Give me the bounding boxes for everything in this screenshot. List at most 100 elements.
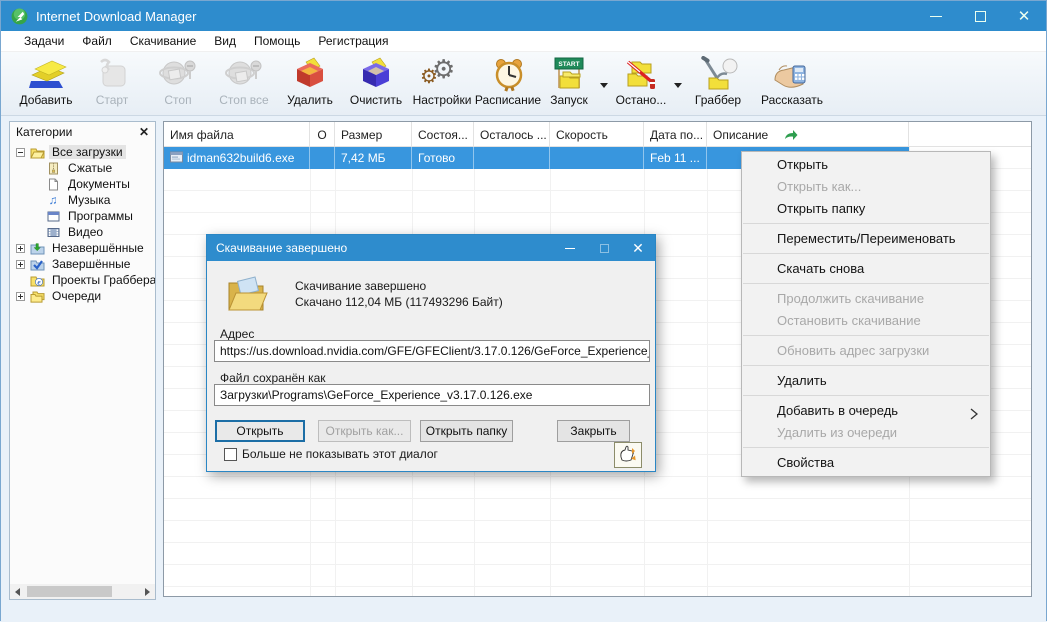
toolbar-stop-all-button[interactable]: Стоп все xyxy=(211,56,277,114)
ctx-remove-from-queue[interactable]: Удалить из очереди xyxy=(742,422,990,444)
scroll-left-icon[interactable] xyxy=(10,584,25,599)
scroll-right-icon[interactable] xyxy=(140,584,155,599)
menu-separator xyxy=(743,253,989,254)
add-url-icon xyxy=(25,56,67,92)
column-filename[interactable]: Имя файла xyxy=(164,122,310,147)
folder-download-icon xyxy=(29,242,45,255)
checkbox-label: Больше не показывать этот диалог xyxy=(242,447,438,461)
start-queue-dropdown-arrow[interactable] xyxy=(597,56,611,114)
toolbar-stop-queue-button[interactable]: Остано... xyxy=(611,56,671,114)
categories-tree: Все загрузки Сжатые Документы ♫ Музыка xyxy=(10,144,155,583)
column-status[interactable]: Состоя... xyxy=(412,122,474,147)
delete-icon xyxy=(289,56,331,92)
expand-icon[interactable] xyxy=(16,292,25,301)
dialog-titlebar[interactable]: Скачивание завершено ✕ xyxy=(207,235,655,261)
toolbar: Добавить Старт Стоп xyxy=(1,52,1046,116)
expand-icon[interactable] xyxy=(16,244,25,253)
tree-item-programs[interactable]: Программы xyxy=(10,208,155,224)
ctx-add-to-queue[interactable]: Добавить в очередь xyxy=(742,400,990,422)
toolbar-stop-button[interactable]: Стоп xyxy=(145,56,211,114)
close-button[interactable]: ✕ xyxy=(1002,1,1046,31)
tree-item-all-downloads[interactable]: Все загрузки xyxy=(10,144,155,160)
dialog-close-button[interactable]: ✕ xyxy=(621,235,655,261)
toolbar-add-button[interactable]: Добавить xyxy=(13,56,79,114)
tell-friend-icon xyxy=(771,56,813,92)
minimize-button[interactable] xyxy=(914,1,958,31)
dialog-maximize-button[interactable] xyxy=(587,235,621,261)
column-timeleft[interactable]: Осталось ... xyxy=(474,122,550,147)
categories-panel: Категории ✕ Все загрузки Сжатые Документ… xyxy=(9,121,156,600)
clear-icon xyxy=(355,56,397,92)
menu-tasks[interactable]: Задачи xyxy=(15,31,73,52)
tree-item-finished[interactable]: Завершённые xyxy=(10,256,155,272)
expand-icon[interactable] xyxy=(16,260,25,269)
ctx-refresh-address[interactable]: Обновить адрес загрузки xyxy=(742,340,990,362)
menu-file[interactable]: Файл xyxy=(73,31,121,52)
ctx-open-folder[interactable]: Открыть папку xyxy=(742,198,990,220)
ctx-move-rename[interactable]: Переместить/Переименовать xyxy=(742,228,990,250)
menu-view[interactable]: Вид xyxy=(205,31,245,52)
tree-item-queues[interactable]: Очереди xyxy=(10,288,155,304)
close-icon: ✕ xyxy=(1018,9,1031,24)
categories-close-icon[interactable]: ✕ xyxy=(139,125,149,139)
toolbar-scheduler-button[interactable]: Расписание xyxy=(475,56,541,114)
scrollbar-thumb[interactable] xyxy=(27,586,112,597)
ctx-stop[interactable]: Остановить скачивание xyxy=(742,310,990,332)
sidebar-horizontal-scrollbar[interactable] xyxy=(10,584,155,599)
checkbox-icon[interactable] xyxy=(224,448,237,461)
column-date[interactable]: Дата по... xyxy=(644,122,707,147)
ctx-open[interactable]: Открыть xyxy=(742,154,990,176)
toolbar-options-button[interactable]: ⚙⚙ Настройки xyxy=(409,56,475,114)
toolbar-clear-button[interactable]: Очистить xyxy=(343,56,409,114)
dont-show-again-checkbox[interactable]: Больше не показывать этот диалог xyxy=(224,447,438,461)
ctx-delete[interactable]: Удалить xyxy=(742,370,990,392)
close-icon: ✕ xyxy=(632,241,644,255)
cell-queue xyxy=(310,147,335,169)
close-dialog-button[interactable]: Закрыть xyxy=(557,420,630,442)
menu-help[interactable]: Помощь xyxy=(245,31,309,52)
toolbar-grabber-button[interactable]: Граббер xyxy=(685,56,751,114)
dialog-message-line1: Скачивание завершено xyxy=(295,279,426,293)
open-button[interactable]: Открыть xyxy=(215,420,305,442)
menubar: Задачи Файл Скачивание Вид Помощь Регист… xyxy=(1,31,1046,52)
column-size[interactable]: Размер xyxy=(335,122,412,147)
drag-hand-icon[interactable] xyxy=(614,442,642,468)
stop-queue-dropdown-arrow[interactable] xyxy=(671,56,685,114)
start-queue-icon: START xyxy=(548,56,590,92)
tree-item-music[interactable]: ♫ Музыка xyxy=(10,192,155,208)
toolbar-start-queue-button[interactable]: START Запуск xyxy=(541,56,597,114)
menu-registration[interactable]: Регистрация xyxy=(309,31,397,52)
categories-header: Категории ✕ xyxy=(10,122,155,142)
open-folder-download-icon xyxy=(225,275,271,318)
tree-item-unfinished[interactable]: Незавершённые xyxy=(10,240,155,256)
maximize-button[interactable] xyxy=(958,1,1002,31)
toolbar-delete-button[interactable]: Удалить xyxy=(277,56,343,114)
tree-item-compressed[interactable]: Сжатые xyxy=(10,160,155,176)
address-field[interactable]: https://us.download.nvidia.com/GFE/GFECl… xyxy=(214,340,650,362)
zip-file-icon xyxy=(45,162,61,175)
column-description[interactable]: Описание xyxy=(707,122,909,147)
tree-item-documents[interactable]: Документы xyxy=(10,176,155,192)
menu-download[interactable]: Скачивание xyxy=(121,31,205,52)
toolbar-start-button[interactable]: Старт xyxy=(79,56,145,114)
menu-separator xyxy=(743,447,989,448)
ctx-redownload[interactable]: Скачать снова xyxy=(742,258,990,280)
exe-file-icon xyxy=(170,151,183,166)
ctx-open-with[interactable]: Открыть как... xyxy=(742,176,990,198)
download-complete-dialog: Скачивание завершено ✕ Скачивание заверш… xyxy=(206,234,656,472)
collapse-icon[interactable] xyxy=(16,148,25,157)
ctx-properties[interactable]: Свойства xyxy=(742,452,990,474)
open-with-button[interactable]: Открыть как... xyxy=(318,420,411,442)
column-speed[interactable]: Скорость xyxy=(550,122,644,147)
saved-as-field[interactable]: Загрузки\Programs\GeForce_Experience_v3.… xyxy=(214,384,650,406)
toolbar-tell-friend-button[interactable]: Рассказать xyxy=(751,56,833,114)
open-folder-button[interactable]: Открыть папку xyxy=(420,420,513,442)
dialog-minimize-button[interactable] xyxy=(553,235,587,261)
categories-title: Категории xyxy=(16,125,139,139)
column-queue[interactable]: О xyxy=(310,122,335,147)
ctx-resume[interactable]: Продолжить скачивание xyxy=(742,288,990,310)
tree-item-video[interactable]: Видео xyxy=(10,224,155,240)
minimize-icon xyxy=(565,248,575,249)
cell-size: 7,42 МБ xyxy=(335,147,412,169)
tree-item-grabber-projects[interactable]: e Проекты Граббера xyxy=(10,272,155,288)
